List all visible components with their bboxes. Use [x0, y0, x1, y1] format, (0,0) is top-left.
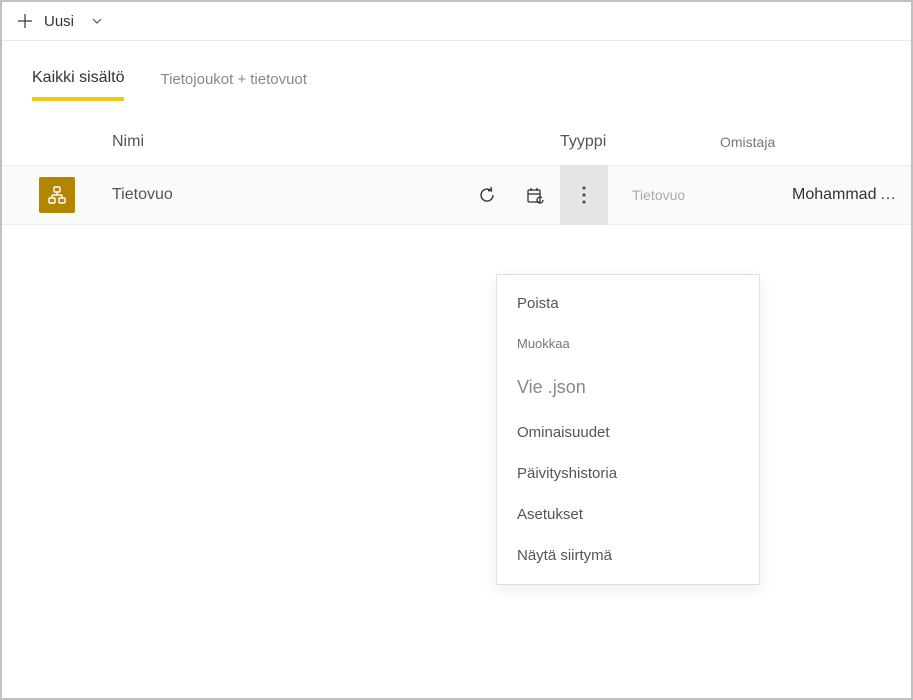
tab-all-content[interactable]: Kaikki sisältö	[32, 69, 124, 101]
tab-dataflows-label: tietovuot	[250, 71, 307, 88]
row-icon-cell	[2, 177, 112, 213]
plus-icon[interactable]	[16, 12, 34, 30]
tab-datasets-label: Tietojoukot +	[160, 71, 246, 88]
menu-item-refresh-history[interactable]: Päivityshistoria	[497, 453, 759, 494]
new-button-label[interactable]: Uusi	[44, 13, 74, 30]
row-owner: Mohammad Ali (MO...	[768, 186, 911, 204]
chevron-down-icon[interactable]	[90, 14, 104, 28]
row-type: Tietovuo	[608, 187, 768, 203]
menu-item-show-lineage[interactable]: Näytä siirtymä	[497, 535, 759, 576]
menu-item-delete[interactable]: Poista	[497, 283, 759, 324]
dataflow-icon	[39, 177, 75, 213]
table-row[interactable]: Tietovuo	[2, 165, 911, 225]
tabs: Kaikki sisältö Tietojoukot + tietovuot	[2, 41, 911, 99]
toolbar: Uusi	[2, 2, 911, 41]
menu-item-settings[interactable]: Asetukset	[497, 494, 759, 535]
column-header-type[interactable]: Tyyppi	[560, 133, 720, 151]
table-header: Nimi Tyyppi Omistaja	[2, 119, 911, 165]
menu-item-export-json[interactable]: Vie .json	[497, 363, 759, 412]
context-menu: Poista Muokkaa Vie .json Ominaisuudet Pä…	[496, 274, 760, 585]
row-actions	[402, 178, 560, 212]
refresh-icon[interactable]	[470, 178, 504, 212]
more-options-button[interactable]	[560, 165, 608, 225]
content-area: Nimi Tyyppi Omistaja Tietovuo	[2, 99, 911, 225]
column-header-owner[interactable]: Omistaja	[720, 134, 911, 150]
tab-datasets-dataflows[interactable]: Tietojoukot + tietovuot	[160, 71, 306, 98]
row-name[interactable]: Tietovuo	[112, 186, 402, 204]
schedule-refresh-icon[interactable]	[518, 178, 552, 212]
menu-item-properties[interactable]: Ominaisuudet	[497, 412, 759, 453]
column-header-name[interactable]: Nimi	[112, 133, 560, 151]
menu-item-edit[interactable]: Muokkaa	[497, 324, 759, 363]
